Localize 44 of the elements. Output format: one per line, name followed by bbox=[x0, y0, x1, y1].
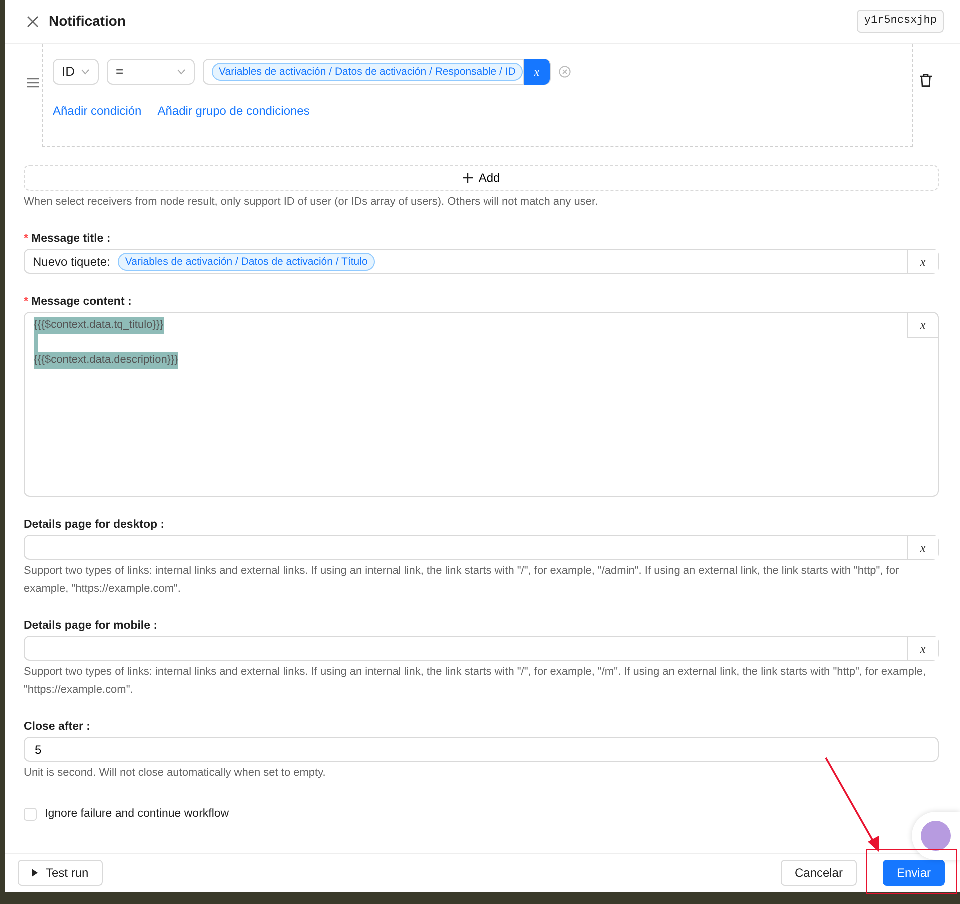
field-label: Close after : bbox=[24, 721, 90, 733]
add-button[interactable]: Add bbox=[24, 165, 939, 191]
field-label: Details page for mobile : bbox=[24, 620, 158, 632]
help-text: Support two types of links: internal links and external links. If using an internal link, the link starts with "/", for example, "/m". If using an external link, the link starts with "http", for example, "https://example.com". bbox=[24, 665, 927, 698]
checkbox-label[interactable]: Ignore failure and continue workflow bbox=[45, 806, 230, 824]
required-mark: * bbox=[24, 233, 28, 245]
help-text: Unit is second. Will not close automatically when set to empty. bbox=[24, 766, 327, 781]
trash-icon[interactable] bbox=[920, 74, 932, 87]
required-mark: * bbox=[24, 296, 28, 308]
help-text: When select receivers from node result, only support ID of user (or IDs array of users). Others will not match any user. bbox=[24, 195, 600, 210]
cancel-button[interactable]: Cancelar bbox=[780, 860, 857, 886]
chevron-icon bbox=[177, 69, 186, 75]
field-label: Message title : bbox=[31, 233, 111, 245]
help-text: Support two types of links: internal links and external links. If using an internal link, the link starts with "/", for example, "/admin". If using an external link, the link starts with "http", for example, "https://example.com". bbox=[24, 564, 900, 597]
drag-handle-icon[interactable] bbox=[24, 78, 42, 88]
variable-tag: Variables de activación / Datos de activación / Responsable / ID bbox=[212, 63, 523, 81]
prefix-text: Nuevo tiquete: bbox=[33, 254, 110, 270]
operator-select[interactable]: = bbox=[107, 59, 195, 85]
highlighted-text: {{{$context.data.tq_titulo}}} bbox=[34, 317, 164, 334]
add-link[interactable]: Añadir grupo de condiciones bbox=[158, 102, 310, 120]
variable-button[interactable]: x bbox=[522, 59, 550, 85]
variable-button[interactable]: x bbox=[907, 313, 938, 338]
value-field[interactable]: Variables de activación / Datos de activación / Responsable / ID x bbox=[203, 59, 551, 85]
url-field[interactable]: x bbox=[24, 535, 939, 560]
node-key: y1r5ncsxjhp bbox=[857, 10, 944, 33]
field-select[interactable]: ID bbox=[53, 59, 99, 85]
play-icon bbox=[32, 869, 38, 877]
variable-button[interactable]: x bbox=[907, 637, 938, 660]
checkbox[interactable] bbox=[24, 808, 37, 822]
drawer-title: Notification bbox=[49, 12, 126, 31]
chevron-icon bbox=[81, 69, 90, 75]
field-label: Message content : bbox=[31, 296, 132, 308]
submit-button[interactable]: Enviar bbox=[882, 860, 945, 886]
number-field[interactable]: 5 bbox=[25, 738, 938, 761]
close-icon[interactable] bbox=[27, 16, 39, 28]
variable-button[interactable]: x bbox=[907, 536, 938, 559]
test-run-button[interactable]: Test run bbox=[18, 860, 103, 886]
field-label: Details page for desktop : bbox=[24, 519, 165, 531]
variable-tag: Variables de activación / Datos de activación / Título bbox=[118, 252, 375, 270]
title-field[interactable]: Nuevo tiquete: Variables de activación / Datos de activación / Título x bbox=[24, 249, 939, 274]
plus-icon bbox=[462, 173, 473, 183]
url-field[interactable]: x bbox=[24, 636, 939, 661]
variable-button[interactable]: x bbox=[907, 250, 938, 273]
add-link[interactable]: Añadir condición bbox=[53, 102, 142, 120]
